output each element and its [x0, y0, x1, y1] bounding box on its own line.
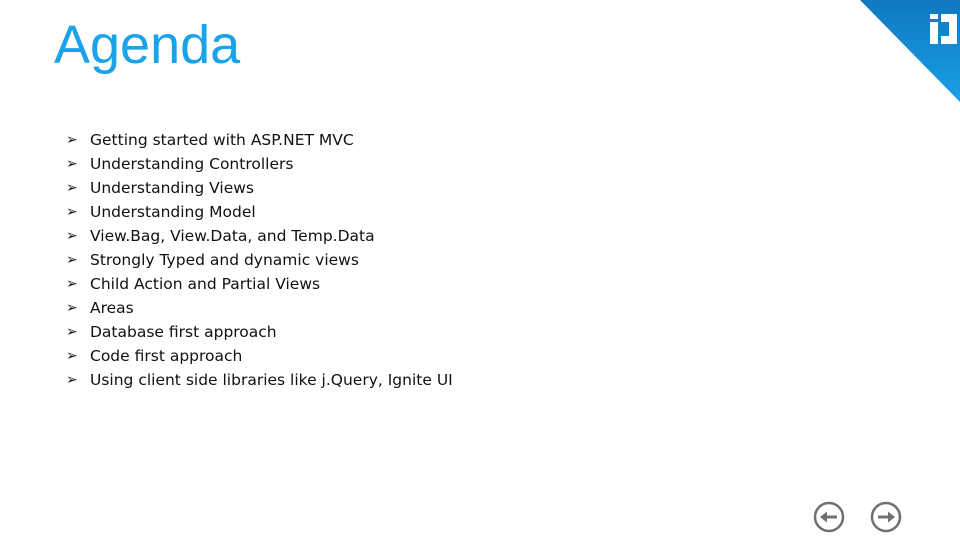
arrow-bullet-icon: ➢: [66, 372, 78, 388]
corner-banner: [860, 0, 960, 104]
agenda-item: ➢ Using client side libraries like j.Quer…: [66, 371, 453, 389]
slide-title: Agenda: [54, 15, 241, 75]
arrow-bullet-icon: ➢: [66, 132, 78, 148]
arrow-bullet-icon: ➢: [66, 156, 78, 172]
agenda-item: ➢ Areas: [66, 299, 134, 317]
agenda-item: ➢ Getting started with ASP.NET MVC: [66, 131, 354, 149]
arrow-bullet-icon: ➢: [66, 324, 78, 340]
ig-logo-icon: [860, 0, 960, 102]
agenda-item: ➢ View.Bag, View.Data, and Temp.Data: [66, 227, 375, 245]
previous-slide-button[interactable]: [812, 500, 846, 534]
arrow-bullet-icon: ➢: [66, 228, 78, 244]
arrow-bullet-icon: ➢: [66, 276, 78, 292]
arrow-bullet-icon: ➢: [66, 180, 78, 196]
arrow-right-circle-icon: [870, 501, 902, 533]
agenda-item: ➢ Database first approach: [66, 323, 277, 341]
arrow-left-circle-icon: [813, 501, 845, 533]
agenda-item: ➢ Child Action and Partial Views: [66, 275, 321, 293]
agenda-item: ➢ Understanding Views: [66, 179, 254, 197]
arrow-bullet-icon: ➢: [66, 300, 78, 316]
arrow-bullet-icon: ➢: [66, 204, 78, 220]
agenda-item: ➢ Strongly Typed and dynamic views: [66, 251, 359, 269]
agenda-list: ➢ Getting started with ASP.NET MVC ➢ Under…: [66, 128, 453, 392]
arrow-bullet-icon: ➢: [66, 348, 78, 364]
agenda-item: ➢ Understanding Model: [66, 203, 256, 221]
agenda-item: ➢ Code first approach: [66, 347, 243, 365]
arrow-bullet-icon: ➢: [66, 252, 78, 268]
agenda-item: ➢ Understanding Controllers: [66, 155, 294, 173]
next-slide-button[interactable]: [869, 500, 903, 534]
